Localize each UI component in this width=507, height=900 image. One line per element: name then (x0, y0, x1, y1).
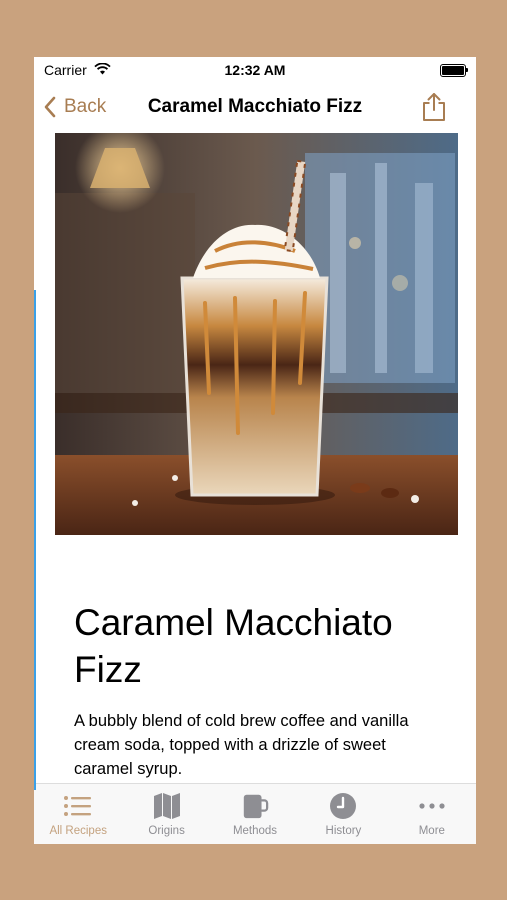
status-bar: Carrier 12:32 AM (34, 57, 476, 83)
recipe-description: A bubbly blend of cold brew coffee and v… (74, 712, 409, 778)
chevron-left-icon (44, 96, 56, 118)
tab-label: Methods (232, 825, 278, 837)
tab-more[interactable]: More (388, 784, 476, 844)
tab-history[interactable]: History (299, 784, 387, 844)
back-label: Back (64, 96, 107, 117)
tab-origins[interactable]: Origins (122, 784, 210, 844)
map-icon (153, 793, 180, 819)
tab-bar: All Recipes Origins Methods History More (34, 783, 476, 844)
tab-label: Origins (148, 825, 185, 837)
tab-all-recipes[interactable]: All Recipes (34, 784, 122, 844)
battery-icon (440, 64, 468, 77)
tab-methods[interactable]: Methods (211, 784, 299, 844)
phone-screen: Carrier 12:32 AM Back Caramel Macchiato … (34, 57, 476, 844)
navigation-bar: Back Caramel Macchiato Fizz (34, 83, 476, 131)
ellipsis-icon (419, 803, 445, 809)
nav-title: Caramel Macchiato Fizz (147, 96, 363, 117)
screen-edge-accent (34, 290, 36, 790)
clock-icon (330, 793, 357, 819)
tab-label: More (418, 825, 445, 837)
tab-label: History (325, 825, 362, 837)
recipe-image (55, 133, 458, 535)
share-icon[interactable] (420, 92, 448, 122)
mug-icon (243, 794, 269, 819)
back-button[interactable]: Back (44, 93, 106, 121)
status-time: 12:32 AM (224, 62, 286, 78)
recipe-title: Caramel Macchiato Fizz (74, 602, 393, 690)
list-icon (64, 796, 92, 816)
tab-label: All Recipes (49, 825, 107, 837)
